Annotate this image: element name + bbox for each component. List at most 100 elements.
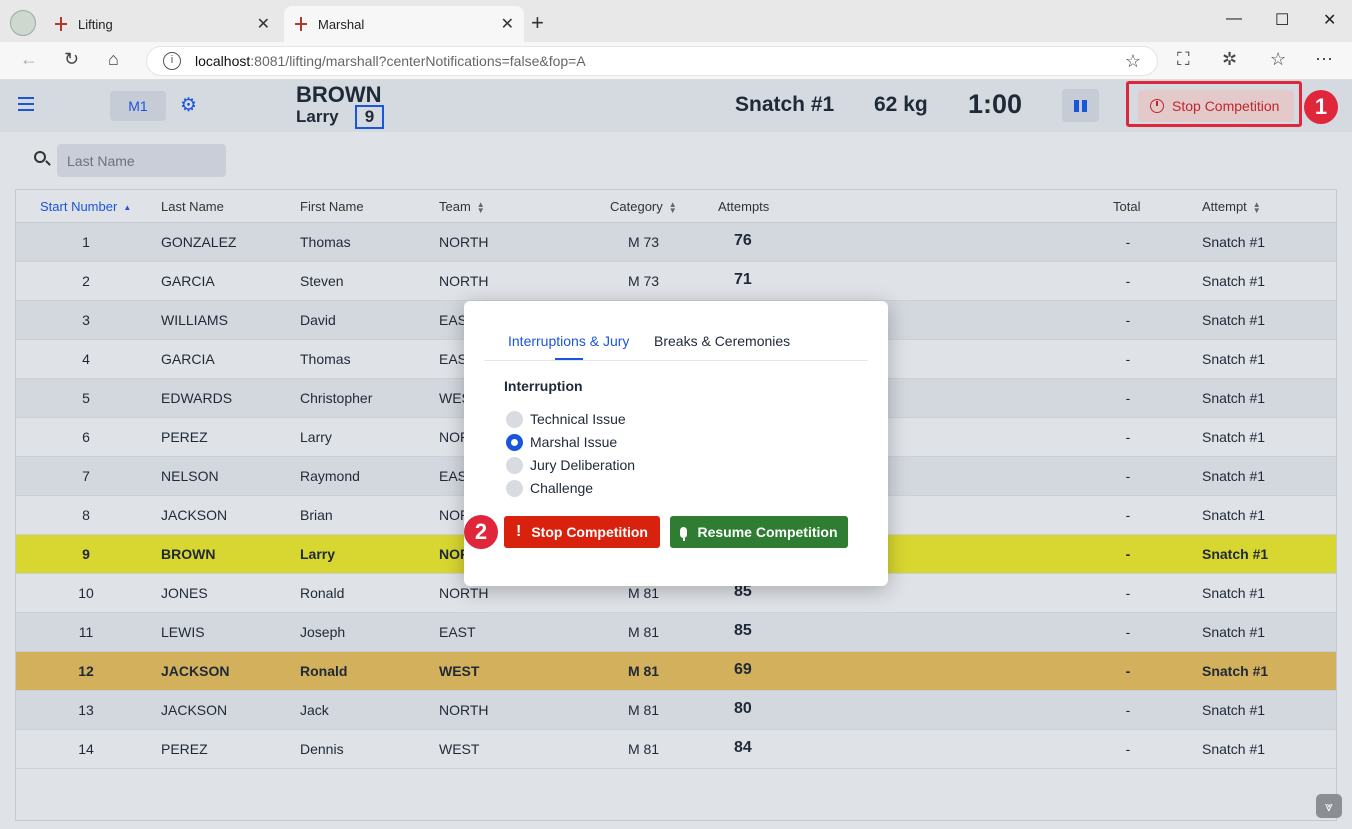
table-row[interactable]: 14 PEREZ Dennis WEST M 81 84 - Snatch #1 [16, 730, 1336, 769]
cell-total: - [1125, 429, 1131, 445]
table-row[interactable]: 1 GONZALEZ Thomas NORTH M 73 76 - Snatch #1 [16, 223, 1336, 262]
browser-tab-strip: Lifting ✕ Marshal ✕ + — ☐ ✕ [0, 0, 1352, 42]
more-menu-icon[interactable]: ⋯ [1315, 49, 1333, 70]
table-row[interactable]: 13 JACKSON Jack NORTH M 81 80 - Snatch #1 [16, 691, 1336, 730]
stop-competition-button[interactable]: ! Stop Competition [504, 516, 660, 548]
radio-button[interactable] [506, 433, 523, 451]
cell-team: EAS [439, 312, 468, 328]
cell-last: JONES [161, 585, 208, 601]
resume-competition-button[interactable]: Resume Competition [670, 516, 848, 548]
cell-num: 13 [78, 702, 94, 718]
current-attempt: Snatch #1 [735, 93, 835, 116]
cell-last: LEWIS [161, 624, 205, 640]
close-tab-icon[interactable]: ✕ [257, 14, 270, 34]
site-info-icon[interactable]: i [163, 52, 181, 70]
sort-icon: ▲ ▼ [476, 199, 485, 215]
radio-label: Challenge [530, 480, 594, 496]
cell-last: JACKSON [161, 702, 228, 718]
favorites-icon[interactable]: ☆ [1270, 49, 1286, 70]
pause-clock-button[interactable] [1062, 89, 1099, 122]
new-tab-icon[interactable]: + [531, 10, 544, 36]
cell-total: - [1125, 234, 1131, 250]
cell-cat: M 81 [627, 624, 660, 640]
cell-last: BROWN [161, 546, 216, 562]
cell-attempt: Snatch #1 [1202, 468, 1266, 484]
radio-option[interactable]: Marshal Issue [506, 432, 617, 452]
notifications-corner-icon[interactable]: ⩔ [1316, 794, 1342, 818]
close-tab-icon[interactable]: ✕ [501, 14, 514, 34]
cell-first: Larry [300, 546, 336, 562]
cell-total: - [1125, 351, 1131, 367]
cell-attempt: Snatch #1 [1202, 273, 1266, 289]
reload-icon[interactable]: ↻ [64, 49, 79, 70]
cell-last: NELSON [161, 468, 219, 484]
home-icon[interactable]: ⌂ [108, 49, 119, 70]
tab-breaks-ceremonies[interactable]: Breaks & Ceremonies [654, 333, 790, 349]
browser-tab-marshal[interactable]: Marshal ✕ [284, 6, 524, 42]
window-close-icon[interactable]: ✕ [1323, 10, 1336, 30]
col-category[interactable]: Category ▲ ▼ [610, 199, 677, 214]
maximize-icon[interactable]: ☐ [1275, 10, 1289, 30]
extensions-icon[interactable]: ✲ [1222, 49, 1237, 70]
cell-last: GARCIA [161, 351, 215, 367]
radio-option[interactable]: Jury Deliberation [506, 455, 635, 475]
resume-competition-label: Resume Competition [697, 524, 838, 540]
cell-attempt: Snatch #1 [1202, 234, 1266, 250]
url-host: localhost [195, 53, 251, 69]
table-row[interactable]: 11 LEWIS Joseph EAST M 81 85 - Snatch #1 [16, 613, 1336, 652]
back-icon[interactable]: ← [20, 49, 38, 70]
cell-cat: M 81 [627, 741, 660, 757]
cell-team: WEST [439, 663, 480, 679]
cell-first: Thomas [300, 234, 351, 250]
screenshot-icon[interactable]: ⛶ [1177, 49, 1190, 70]
hamburger-menu-icon[interactable] [18, 97, 34, 111]
col-team[interactable]: Team ▲ ▼ [439, 199, 485, 214]
cell-last: PEREZ [161, 741, 208, 757]
annotation-highlight-box [1126, 81, 1302, 127]
cell-last: GONZALEZ [161, 234, 237, 250]
radio-button[interactable] [506, 456, 523, 474]
sort-icon: ▲ ▼ [668, 199, 677, 215]
search-icon [34, 151, 46, 163]
microphone-icon [680, 526, 688, 541]
lifting-favicon-icon [294, 17, 308, 31]
col-attempt[interactable]: Attempt ▲ ▼ [1202, 199, 1261, 214]
browser-tab-lifting[interactable]: Lifting ✕ [44, 6, 280, 42]
favorite-star-icon[interactable]: ☆ [1125, 51, 1141, 72]
table-row[interactable]: 12 JACKSON Ronald WEST M 81 69 - Snatch #1 [16, 652, 1336, 691]
radio-option[interactable]: Challenge [506, 478, 593, 498]
cell-cat: M 73 [627, 273, 660, 289]
cell-total: - [1125, 468, 1131, 484]
cell-first: Dennis [300, 741, 344, 757]
cell-cat: M 81 [627, 663, 660, 679]
radio-button[interactable] [506, 410, 523, 428]
radio-label: Technical Issue [530, 411, 626, 427]
cell-team: EAST [439, 624, 476, 640]
url-field[interactable]: i localhost:8081/lifting/marshall?center… [146, 46, 1158, 76]
table-row[interactable]: 2 GARCIA Steven NORTH M 73 71 - Snatch #1 [16, 262, 1336, 301]
radio-label: Marshal Issue [530, 434, 618, 450]
cell-attempt: Snatch #1 [1202, 585, 1266, 601]
tab-title: Marshal [318, 16, 365, 32]
col-first-name: First Name [300, 199, 364, 214]
interruption-dialog: Interruptions & Jury Breaks & Ceremonies… [464, 301, 888, 586]
sort-icon: ▲ ▼ [1252, 199, 1261, 215]
cell-team: NORTH [439, 273, 489, 289]
radio-button[interactable] [506, 479, 523, 497]
cell-first: Ronald [300, 663, 348, 679]
minimize-icon[interactable]: — [1226, 10, 1242, 28]
cell-last: GARCIA [161, 273, 215, 289]
cell-num: 9 [82, 546, 90, 562]
stop-competition-label: Stop Competition [531, 524, 648, 540]
fop-button[interactable]: M1 [110, 91, 166, 121]
cell-num: 1 [82, 234, 90, 250]
profile-avatar[interactable] [10, 10, 36, 36]
last-name-search-input[interactable] [57, 144, 226, 177]
gear-icon[interactable]: ⚙ [180, 94, 197, 117]
tab-interruptions-jury[interactable]: Interruptions & Jury [508, 333, 629, 349]
cell-first: Christopher [300, 390, 373, 406]
radio-option[interactable]: Technical Issue [506, 409, 626, 429]
col-start-number[interactable]: Start Number ▲ [40, 199, 131, 214]
cell-last: EDWARDS [161, 390, 233, 406]
col-attempt-label: Attempt [1202, 199, 1247, 214]
